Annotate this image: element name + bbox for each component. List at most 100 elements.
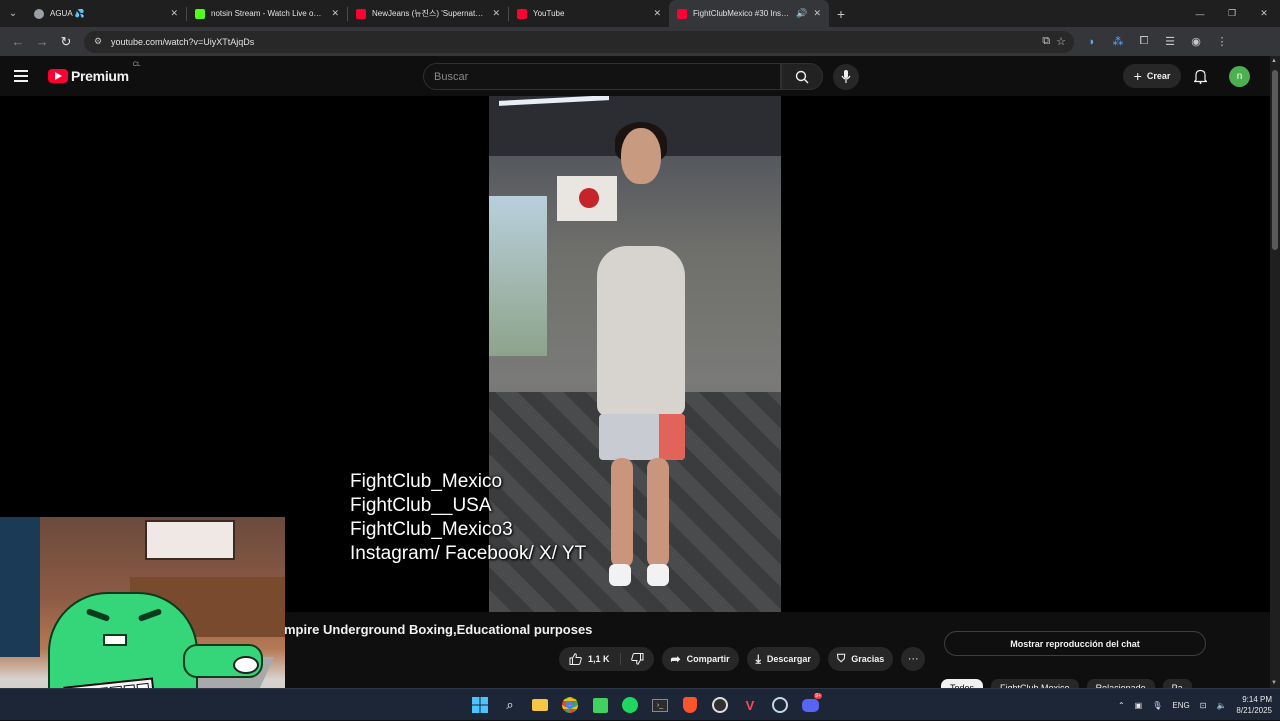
address-bar[interactable]: ⚙ youtube.com/watch?v=UiyXTtAjqDs ⧉ ☆ [84,30,1074,53]
download-button[interactable]: ⤓ Descargar [746,647,820,671]
search-placeholder: Buscar [434,70,469,83]
reload-icon[interactable]: ↻ [54,30,78,54]
video-text-overlay: FightClub_Mexico FightClub__USA FightClu… [350,470,586,566]
thanks-button[interactable]: ⛉ Gracias [827,647,894,671]
valorant-icon[interactable]: V [738,693,762,717]
thanks-label: Gracias [851,654,885,664]
browser-tab-active[interactable]: FightClubMexico #30 Inside 🔊 ✕ [669,0,829,27]
bell-icon [1193,69,1207,84]
brave-icon[interactable] [678,693,702,717]
overlay-line: FightClub_Mexico3 [350,519,513,540]
discord-badge: 9+ [814,693,822,699]
extensions-area: ◗ ⁂ ⧠ ☰ ◉ ⋮ [1080,30,1234,54]
tab-title: YouTube [533,9,565,18]
search-input[interactable]: Buscar [423,63,781,90]
like-button[interactable]: 1,1 K [559,653,621,665]
voice-search-button[interactable] [833,64,859,90]
close-icon[interactable]: ✕ [492,8,500,19]
clock-date: 8/21/2025 [1236,706,1272,715]
chrome-icon[interactable] [558,693,582,717]
system-tray: ⌃ ▣ 🎙 ENG ⊡ 🔈 9:14 PM 8/21/2025 [1118,689,1272,721]
webcam-shelf [0,517,40,657]
thumbs-up-icon [569,653,582,665]
like-count: 1,1 K [588,654,610,664]
speaker-icon[interactable]: 🔊 [796,8,807,19]
search-button[interactable] [781,63,823,90]
discord-icon[interactable]: 9+ [798,693,822,717]
restore-icon[interactable]: ❐ [1216,0,1248,27]
forward-icon[interactable]: → [30,30,54,54]
create-label: Crear [1146,71,1171,81]
clock[interactable]: 9:14 PM 8/21/2025 [1236,694,1272,716]
close-icon[interactable]: ✕ [813,8,821,19]
browser-tab[interactable]: NewJeans (뉴진스) 'Supernatural' ✕ [348,0,508,27]
video-doorway [489,196,547,356]
network-icon[interactable]: ⊡ [1200,701,1207,710]
notifications-button[interactable] [1190,66,1210,86]
youtube-header: Premium CL Buscar + Crear n [0,56,1270,96]
install-app-icon[interactable]: ⧉ [1042,35,1050,48]
tab-title: notsin Stream - Watch Live on Kick [211,9,326,18]
menu-kebab-icon[interactable]: ⋮ [1210,30,1234,54]
xbox-app-icon[interactable] [588,693,612,717]
webcam-wall-frame [145,520,235,560]
back-icon[interactable]: ← [6,30,30,54]
overlay-line: FightClub_Mexico [350,471,503,492]
steam-icon[interactable] [768,693,792,717]
download-icon: ⤓ [755,651,761,666]
scroll-down-icon[interactable]: ▼ [1271,680,1277,686]
globe-icon [34,8,44,19]
site-info-icon[interactable]: ⚙ [92,36,104,48]
microphone-icon [841,70,851,83]
share-button[interactable]: ➦ Compartir [661,647,739,671]
minimize-icon[interactable]: — [1184,0,1216,27]
tray-mic-icon[interactable]: 🎙 [1152,701,1162,710]
youtube-premium-logo[interactable]: Premium CL [48,62,140,84]
close-icon[interactable]: ✕ [653,8,661,19]
browser-tab[interactable]: YouTube ✕ [509,0,669,27]
chip[interactable]: FightClub Mexico [991,679,1079,688]
browser-tab[interactable]: notsin Stream - Watch Live on Kick ✕ [187,0,347,27]
close-icon[interactable]: ✕ [331,8,339,19]
obs-icon[interactable] [708,693,732,717]
spotify-icon[interactable] [618,693,642,717]
show-chat-replay-button[interactable]: Mostrar reproducción del chat [944,631,1206,656]
extension-icon[interactable]: ◗ [1080,30,1104,54]
more-actions-icon[interactable]: ··· [901,647,926,671]
bookmark-star-icon[interactable]: ☆ [1056,35,1066,48]
profile-icon[interactable]: ◉ [1184,30,1208,54]
tab-search-chevron-icon[interactable]: ⌄ [0,0,26,27]
close-icon[interactable]: ✕ [170,8,178,19]
chip-all[interactable]: Todos [941,679,984,688]
video-title: mpire Underground Boxing,Educational pur… [284,622,593,637]
volume-icon[interactable]: 🔈 [1216,701,1226,710]
reading-list-icon[interactable]: ☰ [1158,30,1182,54]
dislike-button[interactable] [621,653,654,665]
scrollbar-thumb[interactable] [1272,70,1278,250]
chip[interactable]: Pa [1162,679,1192,688]
page-scrollbar[interactable]: ▲ ▼ [1270,56,1280,688]
translate-extension-icon[interactable]: ⁂ [1106,30,1130,54]
create-button[interactable]: + Crear [1123,64,1181,88]
share-icon: ➦ [670,652,681,666]
file-explorer-icon[interactable] [528,693,552,717]
browser-tab[interactable]: AGUA 💦 ✕ [26,0,186,27]
tab-title: FightClubMexico #30 Inside [693,9,791,18]
hamburger-menu-icon[interactable] [14,66,34,86]
kick-icon [195,8,205,19]
clock-time: 9:14 PM [1242,695,1272,704]
windows-start-icon[interactable] [468,693,492,717]
close-window-icon[interactable]: ✕ [1248,0,1280,27]
avatar[interactable]: n [1229,66,1250,87]
taskbar-apps: ⌕ ›_ V 9+ [468,693,822,717]
language-indicator[interactable]: ENG [1172,701,1189,710]
tray-overflow-icon[interactable]: ⌃ [1118,701,1125,710]
chip[interactable]: Relacionado [1086,679,1155,688]
new-tab-button[interactable]: + [829,0,853,27]
scroll-up-icon[interactable]: ▲ [1271,58,1277,64]
tray-app-icon[interactable]: ▣ [1135,701,1143,710]
search-taskbar-icon[interactable]: ⌕ [498,693,522,717]
terminal-icon[interactable]: ›_ [648,693,672,717]
youtube-icon [677,8,687,19]
puzzle-extensions-icon[interactable]: ⧠ [1132,30,1156,54]
